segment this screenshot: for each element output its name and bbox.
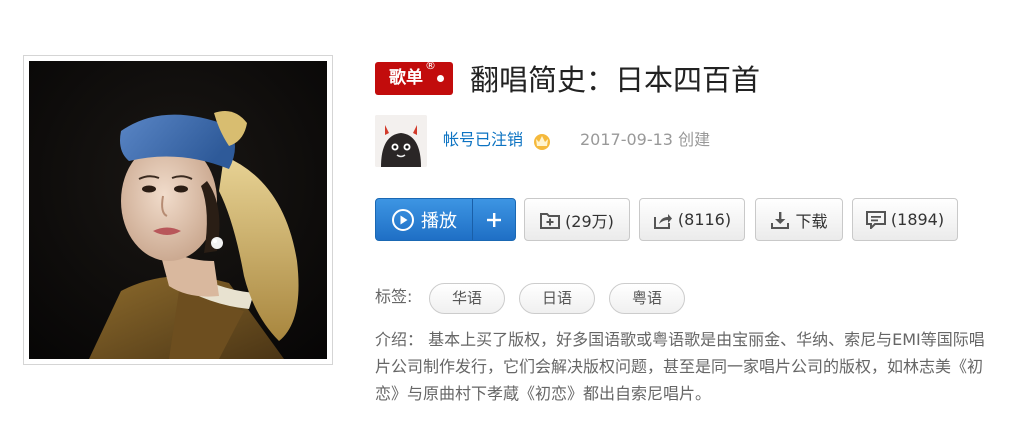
- creator-avatar[interactable]: [375, 115, 427, 167]
- create-date: 2017-09-13 创建: [580, 130, 711, 149]
- playlist-description: 介绍： 基本上买了版权，好多国语歌或粤语歌是由宝丽金、华纳、索尼与EMI等国际唱…: [375, 330, 985, 403]
- comment-icon: [865, 210, 886, 229]
- vip-crown-icon: [532, 131, 552, 151]
- playlist-title: 翻唱简史：日本四百首: [470, 63, 761, 97]
- play-circle-icon: [392, 208, 414, 231]
- comment-count: (1894): [890, 210, 945, 229]
- plus-icon: [487, 212, 501, 227]
- play-button[interactable]: 播放: [376, 199, 472, 240]
- cover-frame: [23, 55, 333, 365]
- favorite-button[interactable]: (29万): [524, 198, 630, 241]
- favorite-count: (29万): [565, 211, 614, 231]
- creator-name-link[interactable]: 帐号已注销: [443, 129, 523, 151]
- play-label: 播放: [421, 210, 457, 232]
- cover-image: [29, 61, 327, 359]
- badge-dot-icon: [437, 75, 444, 82]
- download-icon: [771, 211, 790, 229]
- tag-chinese[interactable]: 华语: [429, 283, 505, 314]
- tag-japanese[interactable]: 日语: [519, 283, 595, 314]
- share-icon: [653, 213, 672, 229]
- download-button[interactable]: 下载: [755, 198, 843, 241]
- download-label: 下载: [795, 211, 828, 231]
- share-count: (8116): [677, 210, 732, 229]
- play-button-group: 播放: [375, 198, 516, 241]
- share-button[interactable]: (8116): [639, 198, 745, 241]
- badge-registered-mark: ®: [425, 59, 436, 72]
- tags-label: 标签:: [375, 287, 413, 306]
- add-to-queue-button[interactable]: [473, 199, 515, 240]
- playlist-badge: 歌单 ®: [375, 59, 453, 95]
- comment-button[interactable]: (1894): [852, 198, 958, 241]
- folder-plus-icon: [540, 212, 561, 229]
- tag-cantonese[interactable]: 粤语: [609, 283, 685, 314]
- badge-label: 歌单: [389, 68, 423, 88]
